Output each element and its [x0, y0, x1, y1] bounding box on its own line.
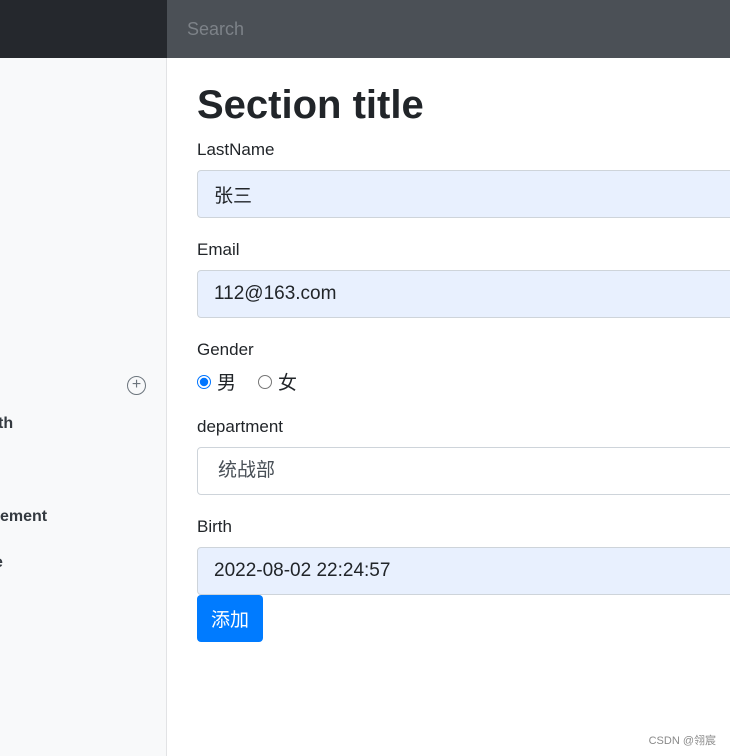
gender-male-radio[interactable]	[197, 374, 211, 389]
lastname-label: LastName	[197, 140, 275, 159]
email-label: Email	[197, 240, 240, 259]
add-button[interactable]: 添加	[197, 595, 264, 642]
department-label: department	[197, 417, 283, 436]
gender-female-label: 女	[278, 373, 298, 394]
page-title: Section title	[197, 83, 424, 127]
sidebar-item[interactable]: ement	[0, 508, 47, 526]
department-select[interactable]: 统战部	[197, 447, 730, 495]
sidebar-item[interactable]: e	[0, 554, 3, 572]
birth-input[interactable]	[197, 547, 730, 595]
sidebar-item[interactable]: th	[0, 415, 13, 433]
gender-label: Gender	[197, 340, 254, 359]
birth-label: Birth	[197, 517, 232, 536]
plus-circle-icon[interactable]: +	[127, 376, 146, 395]
gender-male-label: 男	[217, 373, 237, 394]
lastname-input[interactable]	[197, 170, 730, 218]
navbar	[0, 0, 730, 58]
email-input[interactable]	[197, 270, 730, 318]
sidebar: + th ement e	[0, 58, 167, 756]
gender-female-radio[interactable]	[258, 374, 273, 389]
search-input[interactable]	[167, 0, 730, 58]
navbar-brand[interactable]	[0, 0, 167, 58]
watermark: CSDN @翎宸	[648, 735, 716, 747]
main-content: Section title LastName Email Gender 男 女 …	[197, 58, 730, 642]
